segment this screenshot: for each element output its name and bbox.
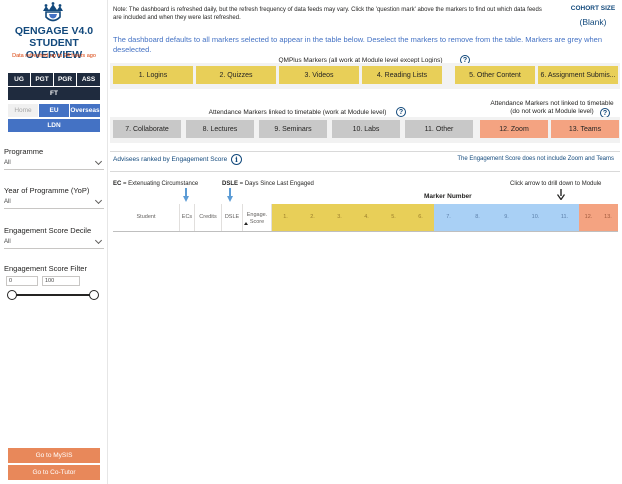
- programme-label: Programme: [4, 147, 44, 156]
- column-header-ecs[interactable]: ECs: [180, 204, 194, 231]
- advisees-table-header: Student ECs Credits DSLE Engage. Score 1…: [113, 204, 618, 231]
- refresh-note: Data refreshed up to 24 hours ago: [12, 53, 96, 59]
- column-header-marker-6[interactable]: 6.: [407, 204, 434, 231]
- column-header-marker-1[interactable]: 1.: [272, 204, 299, 231]
- dsle-text: = Days Since Last Engaged: [238, 181, 314, 187]
- marker-instructions: The dashboard defaults to all markers se…: [113, 35, 602, 54]
- drill-down-note: Click arrow to drill down to Module: [510, 181, 602, 187]
- advisees-ranked-label: Advisees ranked by Engagement Score: [113, 156, 228, 163]
- section-divider: [110, 171, 620, 172]
- column-header-marker-8[interactable]: 8.: [463, 204, 492, 231]
- dsle-definition: DSLE = Days Since Last Engaged: [222, 181, 314, 187]
- marker-zoom[interactable]: 12. Zoom: [480, 120, 548, 138]
- marker-seminars[interactable]: 9. Seminars: [259, 120, 327, 138]
- dsle-abbr: DSLE: [222, 181, 239, 187]
- location-button-eu[interactable]: EU: [39, 104, 69, 117]
- marker-labs[interactable]: 10. Labs: [332, 120, 400, 138]
- ec-definition: EC = Extenuating Circumstance: [113, 181, 198, 187]
- mode-button-ft[interactable]: FT: [8, 87, 100, 100]
- marker-number-label: Marker Number: [424, 193, 472, 200]
- go-to-cotutor-button[interactable]: Go to Co-Tutor: [8, 465, 100, 480]
- column-header-marker-11[interactable]: 11.: [550, 204, 579, 231]
- down-arrow-icon: [557, 189, 565, 200]
- info-icon[interactable]: i: [231, 154, 242, 165]
- column-header-marker-5[interactable]: 5.: [380, 204, 407, 231]
- level-button-ug[interactable]: UG: [8, 73, 30, 86]
- marker-assignment-submissions[interactable]: 6. Assignment Submis...: [538, 66, 618, 84]
- column-header-marker-10[interactable]: 10.: [521, 204, 550, 231]
- column-header-marker-9[interactable]: 9.: [492, 204, 521, 231]
- marker-quizzes[interactable]: 2. Quizzes: [196, 66, 276, 84]
- location-button-overseas[interactable]: Overseas: [70, 104, 100, 117]
- marker-lectures[interactable]: 8. Lectures: [186, 120, 254, 138]
- marker-other-content[interactable]: 5. Other Content: [455, 66, 535, 84]
- level-button-pgr[interactable]: PGR: [54, 73, 76, 86]
- column-header-dsle[interactable]: DSLE: [222, 204, 242, 231]
- sort-ascending-icon[interactable]: [244, 222, 248, 225]
- marker-teams[interactable]: 13. Teams: [551, 120, 619, 138]
- attendance-linked-title: Attendance Markers linked to timetable (…: [208, 109, 387, 116]
- level-button-pgt[interactable]: PGT: [31, 73, 53, 86]
- marker-reading-lists[interactable]: 4. Reading Lists: [362, 66, 442, 84]
- down-arrow-icon: [227, 188, 233, 202]
- down-arrow-icon: [183, 188, 189, 202]
- marker-videos[interactable]: 3. Videos: [279, 66, 359, 84]
- column-header-marker-3[interactable]: 3.: [326, 204, 353, 231]
- marker-other-attendance[interactable]: 11. Other: [405, 120, 473, 138]
- programme-value: All: [4, 160, 11, 166]
- engagement-score-note: The Engagement Score does not include Zo…: [457, 156, 614, 162]
- level-button-ass[interactable]: ASS: [77, 73, 100, 86]
- yop-value: All: [4, 199, 11, 205]
- programme-dropdown[interactable]: All: [4, 157, 104, 170]
- attendance-not-linked-title-line1: Attendance Markers not linked to timetab…: [490, 100, 614, 107]
- location-button-ldn[interactable]: LDN: [8, 119, 100, 132]
- question-mark-icon[interactable]: ?: [396, 107, 406, 117]
- cohort-size-label: COHORT SIZE: [570, 5, 616, 12]
- refresh-frequency-note: Note: The dashboard is refreshed daily, …: [113, 7, 542, 21]
- chevron-down-icon: [94, 196, 103, 205]
- column-header-marker-2[interactable]: 2.: [299, 204, 326, 231]
- decile-dropdown[interactable]: All: [4, 236, 104, 249]
- section-divider: [110, 151, 620, 152]
- table-header-bottom-border: [113, 231, 618, 232]
- go-to-mysis-button[interactable]: Go to MySIS: [8, 448, 100, 463]
- crown-logo-icon: [43, 2, 63, 22]
- marker-logins[interactable]: 1. Logins: [113, 66, 193, 84]
- column-header-marker-13[interactable]: 13.: [598, 204, 618, 231]
- sidebar: QENGAGE V4.0 STUDENT OVERVIEW Data refre…: [0, 0, 108, 484]
- decile-value: All: [4, 239, 11, 245]
- column-header-engagement-score[interactable]: Engage. Score: [243, 204, 271, 231]
- location-button-home[interactable]: Home: [8, 104, 38, 117]
- column-header-marker-7[interactable]: 7.: [434, 204, 463, 231]
- app-title-line1: QENGAGE V4.0: [14, 25, 94, 37]
- score-slider-max-handle[interactable]: [89, 290, 99, 300]
- chevron-down-icon: [94, 157, 103, 166]
- cohort-size-value: (Blank): [579, 17, 607, 27]
- score-slider-min-handle[interactable]: [7, 290, 17, 300]
- main-panel: Note: The dashboard is refreshed daily, …: [108, 0, 622, 484]
- column-header-marker-12[interactable]: 12.: [579, 204, 598, 231]
- score-slider-track[interactable]: [12, 294, 94, 296]
- decile-label: Engagement Score Decile: [4, 226, 92, 235]
- ec-text: = Extenuating Circumstance: [121, 181, 199, 187]
- column-header-credits[interactable]: Credits: [195, 204, 221, 231]
- score-filter-label: Engagement Score Filter: [4, 264, 87, 273]
- column-header-student[interactable]: Student: [113, 204, 179, 231]
- marker-collaborate[interactable]: 7. Collaborate: [113, 120, 181, 138]
- yop-dropdown[interactable]: All: [4, 196, 104, 209]
- yop-label: Year of Programme (YoP): [4, 186, 90, 195]
- column-header-marker-4[interactable]: 4.: [353, 204, 380, 231]
- score-min-input[interactable]: 0: [6, 276, 38, 286]
- score-max-input[interactable]: 100: [42, 276, 80, 286]
- chevron-down-icon: [94, 236, 103, 245]
